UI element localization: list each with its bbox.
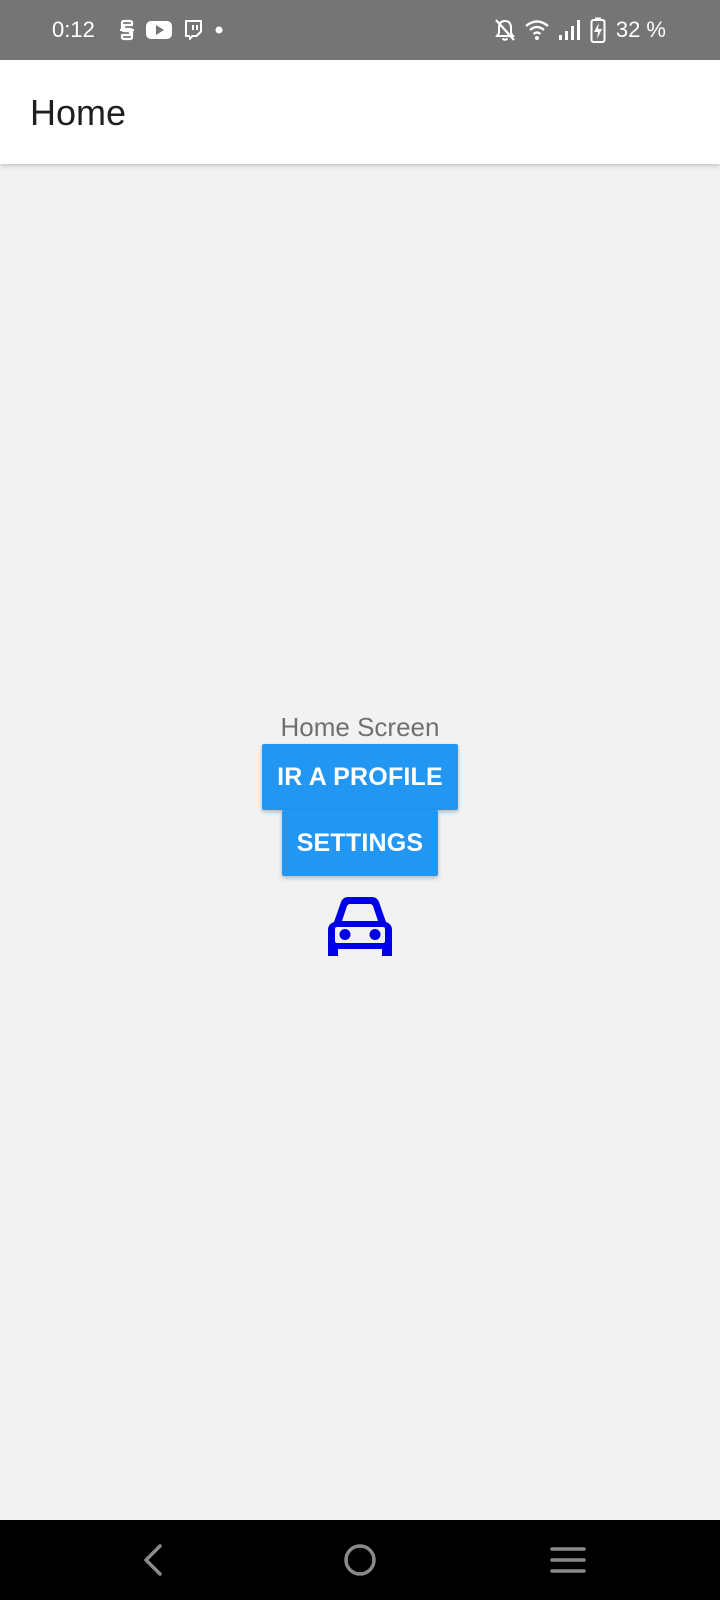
go-to-profile-button[interactable]: IR A PROFILE — [262, 744, 458, 810]
status-time: 0:12 — [52, 17, 95, 42]
twitch-icon — [185, 20, 202, 40]
bell-off-icon — [494, 19, 515, 41]
home-icon — [344, 1544, 376, 1576]
recents-button[interactable] — [546, 1538, 590, 1582]
status-system-icons: 32 % — [494, 17, 666, 43]
page-title: Home — [30, 92, 127, 133]
main-content: Home Screen IR A PROFILE SETTINGS — [0, 164, 720, 1520]
back-button[interactable] — [132, 1538, 176, 1582]
wifi-icon — [525, 20, 549, 40]
battery-percent: 32 % — [615, 17, 666, 42]
home-button[interactable] — [338, 1538, 382, 1582]
s-notification-icon — [120, 19, 134, 41]
recents-icon — [550, 1547, 586, 1573]
battery-charging-icon — [590, 17, 606, 43]
navigation-bar — [0, 1520, 720, 1600]
status-bar: 0:12 32 % — [0, 0, 720, 60]
app-bar: Home — [0, 60, 720, 164]
center-stack: Home Screen IR A PROFILE SETTINGS — [0, 712, 720, 958]
screen-label: Home Screen — [280, 712, 440, 742]
car-icon[interactable] — [320, 892, 400, 958]
settings-button[interactable]: SETTINGS — [281, 810, 439, 876]
status-notification-icons — [118, 17, 224, 43]
signal-icon — [558, 20, 580, 40]
back-icon — [144, 1544, 162, 1576]
youtube-icon — [146, 21, 172, 39]
dot-icon — [215, 26, 223, 34]
